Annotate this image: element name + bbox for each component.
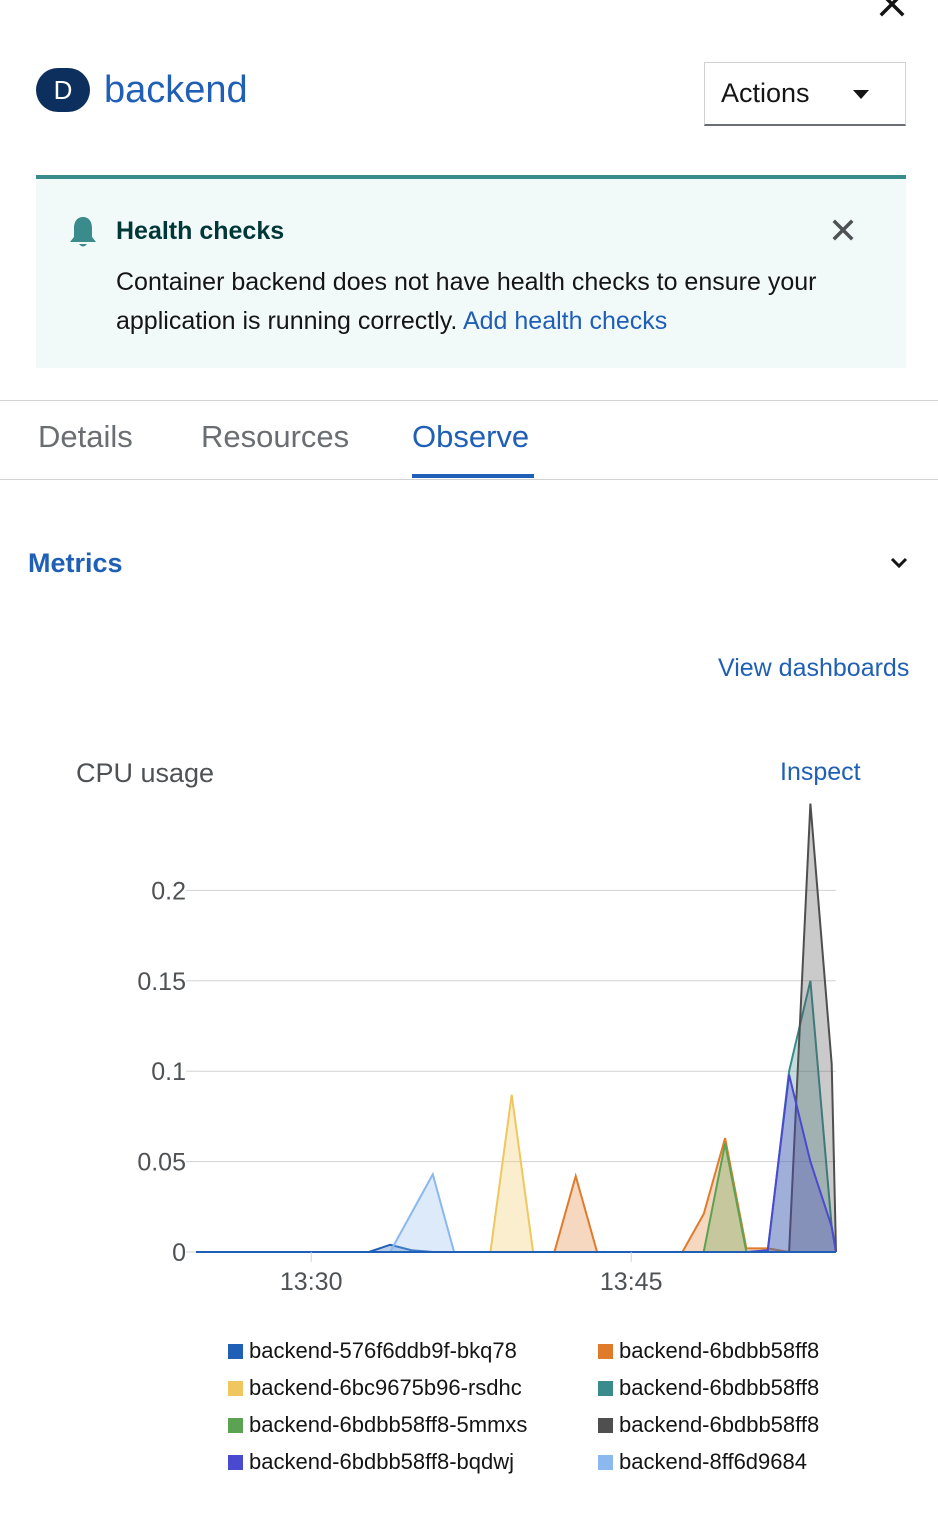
close-icon[interactable]: [876, 0, 908, 20]
health-checks-alert: Health checks Container backend does not…: [36, 175, 906, 368]
legend-item[interactable]: backend-6bdbb58ff8: [598, 1373, 834, 1403]
legend-swatch: [598, 1343, 613, 1359]
alert-close-icon[interactable]: [832, 219, 854, 246]
chart-legend: backend-576f6ddb9f-bkq78 backend-6bdbb58f…: [0, 1336, 938, 1486]
series-area: [390, 1174, 455, 1252]
tab-details[interactable]: Details: [38, 419, 133, 455]
legend-label: backend-6bdbb58ff8-bqdwj: [249, 1449, 515, 1474]
inspect-link[interactable]: Inspect: [780, 758, 861, 787]
caret-down-icon: [853, 90, 869, 99]
legend-item[interactable]: backend-6bdbb58ff8-5mmxs: [228, 1410, 558, 1440]
y-tick-label: 0.15: [137, 968, 186, 996]
series-area: [490, 1094, 534, 1252]
tab-observe[interactable]: Observe: [412, 419, 529, 455]
legend-label: backend-6bc9675b96-rsdhc: [249, 1375, 522, 1400]
legend-label: backend-6bdbb58ff8: [619, 1375, 820, 1400]
tab-bar: Details Resources Observe: [0, 400, 938, 480]
view-dashboards-link[interactable]: View dashboards: [718, 654, 909, 683]
y-tick-label: 0.2: [151, 877, 186, 905]
legend-label: backend-6bdbb58ff8-5mmxs: [249, 1412, 528, 1437]
legend-label: backend-8ff6d9684: [619, 1449, 807, 1474]
bell-icon: [68, 215, 98, 254]
legend-fade: [820, 1336, 834, 1366]
actions-dropdown[interactable]: Actions: [704, 62, 906, 126]
legend-swatch: [598, 1454, 613, 1470]
series-area: [554, 1138, 790, 1252]
legend-item[interactable]: backend-6bc9675b96-rsdhc: [228, 1373, 558, 1403]
legend-item[interactable]: backend-8ff6d9684: [598, 1447, 834, 1477]
y-tick-label: 0.1: [151, 1058, 186, 1086]
legend-fade: [820, 1447, 834, 1477]
kind-badge: D: [36, 68, 90, 112]
y-tick-label: 0: [172, 1239, 186, 1267]
resource-name-link[interactable]: backend: [104, 68, 248, 112]
legend-label: backend-6bdbb58ff8: [619, 1338, 820, 1363]
alert-title: Health checks: [116, 217, 285, 245]
legend-label: backend-576f6ddb9f-bkq78: [249, 1338, 517, 1363]
legend-item[interactable]: backend-6bdbb58ff8-bqdwj: [228, 1447, 558, 1477]
add-health-checks-link[interactable]: Add health checks: [463, 307, 667, 335]
legend-item[interactable]: backend-576f6ddb9f-bkq78: [228, 1336, 558, 1366]
legend-label: backend-6bdbb58ff8: [619, 1412, 820, 1437]
legend-fade: [820, 1373, 834, 1403]
legend-fade: [820, 1410, 834, 1440]
x-tick-label: 13:30: [280, 1268, 343, 1296]
legend-swatch: [228, 1343, 243, 1359]
legend-item[interactable]: backend-6bdbb58ff8: [598, 1336, 834, 1366]
x-tick-label: 13:45: [600, 1268, 663, 1296]
legend-item[interactable]: backend-6bdbb58ff8: [598, 1410, 834, 1440]
legend-swatch: [228, 1380, 243, 1396]
actions-label: Actions: [721, 78, 810, 108]
panel-header: D backend: [36, 68, 248, 112]
chevron-down-icon[interactable]: [889, 556, 909, 577]
active-tab-indicator: [412, 474, 534, 478]
legend-swatch: [228, 1417, 243, 1433]
alert-body: Container backend does not have health c…: [116, 263, 876, 341]
cpu-usage-chart: 0 0.05 0.1 0.15 0.2 13:30 13:45: [137, 803, 837, 1296]
legend-swatch: [598, 1380, 613, 1396]
chart-title: CPU usage: [76, 758, 215, 788]
legend-swatch: [228, 1454, 243, 1470]
metrics-toggle[interactable]: Metrics: [28, 548, 123, 579]
tab-resources[interactable]: Resources: [201, 419, 349, 455]
legend-swatch: [598, 1417, 613, 1433]
y-tick-label: 0.05: [137, 1149, 186, 1177]
